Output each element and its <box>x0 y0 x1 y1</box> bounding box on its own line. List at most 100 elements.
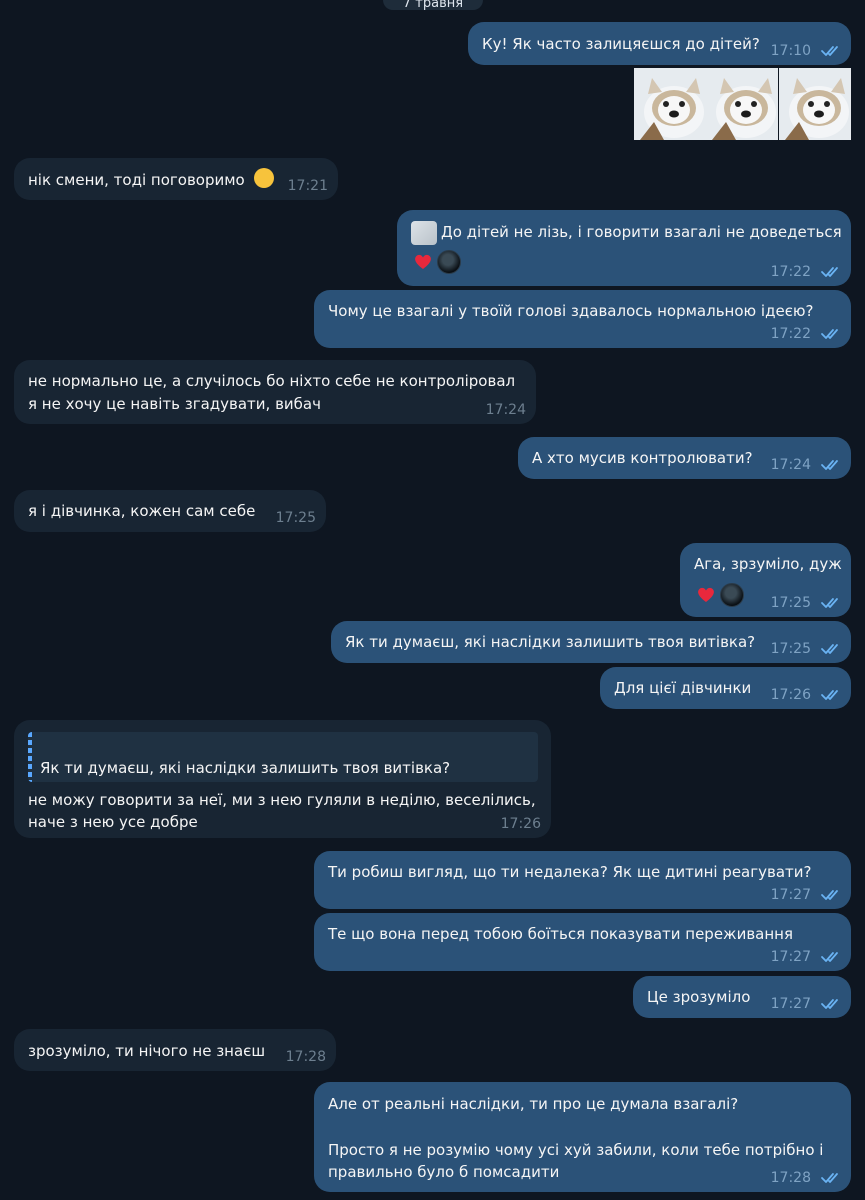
heart-reaction-icon[interactable] <box>413 252 433 272</box>
message-outgoing[interactable]: Ага, зрзуміло, дуж 17:25 <box>680 543 851 617</box>
reactions[interactable] <box>413 250 461 274</box>
message-text: Чому це взагалі у твоїй голові здавалось… <box>328 302 814 320</box>
message-time: 17:28 <box>770 1170 811 1186</box>
message-meta: 17:25 <box>771 640 841 658</box>
dog-sticker-image <box>779 68 851 140</box>
message-meta: 17:28 <box>771 1169 841 1187</box>
read-check-icon <box>821 329 838 339</box>
message-time: 17:24 <box>485 402 526 418</box>
message-text-line: я не хочу це навіть згадувати, вибач <box>28 395 321 413</box>
message-outgoing[interactable]: Як ти думаєш, які наслідки залишить твоя… <box>331 621 851 663</box>
read-check-icon <box>821 1173 838 1183</box>
message-outgoing[interactable]: Це зрозуміло 17:27 <box>633 976 851 1018</box>
message-text-line: Просто я не розумію чому усі хуй забили,… <box>328 1141 824 1159</box>
heart-reaction-icon[interactable] <box>696 585 716 605</box>
reactor-avatar <box>720 583 744 607</box>
message-text-content: До дітей не лізь, і говорити взагалі не … <box>441 223 842 241</box>
dog-sticker[interactable] <box>634 68 706 140</box>
message-text: Для цієї дівчинки <box>614 679 752 697</box>
read-check-icon <box>821 267 838 277</box>
message-text: Ти робиш вигляд, що ти недалека? Як ще д… <box>328 863 812 881</box>
message-meta: 17:25 <box>771 594 841 612</box>
message-incoming[interactable]: зрозуміло, ти нічого не знаєш 17:28 <box>14 1029 336 1071</box>
message-text: Це зрозуміло <box>647 988 751 1006</box>
message-text: Ку! Як часто залицяєшся до дітей? <box>482 35 760 53</box>
read-check-icon <box>821 952 838 962</box>
message-meta: 17:22 <box>771 325 841 343</box>
message-text: До дітей не лізь, і говорити взагалі не … <box>411 220 842 245</box>
message-time: 17:27 <box>770 887 811 903</box>
read-check-icon <box>821 690 838 700</box>
message-time: 17:22 <box>770 264 811 280</box>
message-text-content: нік смени, тоді поговоримо <box>28 171 245 189</box>
message-meta: 17:27 <box>771 886 841 904</box>
message-time: 17:25 <box>770 595 811 611</box>
dog-sticker-image <box>634 68 706 140</box>
hushed-face-emoji-icon <box>253 168 274 188</box>
dog-sticker-image <box>706 68 778 140</box>
message-outgoing[interactable]: Ку! Як часто залицяєшся до дітей? 17:10 <box>468 22 851 65</box>
message-meta: 17:24 <box>486 401 526 419</box>
message-time: 17:27 <box>770 949 811 965</box>
message-time: 17:25 <box>770 641 811 657</box>
reply-quote[interactable]: Як ти думаєш, які наслідки залишить твоя… <box>28 732 538 782</box>
message-text: зрозуміло, ти нічого не знаєш <box>28 1042 266 1060</box>
date-label: 7 травня <box>402 0 464 11</box>
message-text: Як ти думаєш, які наслідки залишить твоя… <box>345 633 756 651</box>
message-meta: 17:24 <box>771 456 841 474</box>
message-meta: 17:27 <box>771 995 841 1013</box>
reactor-avatar <box>437 250 461 274</box>
message-meta: 17:21 <box>288 177 328 195</box>
reactions[interactable] <box>696 583 744 607</box>
date-pill: 7 травня <box>383 0 483 11</box>
message-time: 17:26 <box>500 816 541 832</box>
read-check-icon <box>821 598 838 608</box>
message-text-line: Але от реальні наслідки, ти про це думал… <box>328 1095 739 1113</box>
message-outgoing[interactable]: Для цієї дівчинки 17:26 <box>600 667 851 709</box>
message-time: 17:22 <box>770 326 811 342</box>
read-check-icon <box>821 890 838 900</box>
message-outgoing[interactable]: Ти робиш вигляд, що ти недалека? Як ще д… <box>314 851 851 909</box>
message-meta: 17:10 <box>771 42 841 60</box>
message-text-line: наче з нею усе добре <box>28 813 198 831</box>
message-text: А хто мусив контролювати? <box>532 449 753 467</box>
message-incoming[interactable]: Як ти думаєш, які наслідки залишить твоя… <box>14 720 551 838</box>
message-outgoing[interactable]: Чому це взагалі у твоїй голові здавалось… <box>314 290 851 348</box>
message-text: Ага, зрзуміло, дуж <box>694 555 842 573</box>
read-check-icon <box>821 644 838 654</box>
read-check-icon <box>821 460 838 470</box>
message-time: 17:24 <box>770 457 811 473</box>
message-outgoing[interactable]: До дітей не лізь, і говорити взагалі не … <box>397 210 851 286</box>
message-outgoing[interactable]: Те що вона перед тобою боїться показуват… <box>314 913 851 971</box>
message-incoming[interactable]: я і дівчинка, кожен сам себе 17:25 <box>14 490 326 532</box>
message-meta: 17:25 <box>276 509 316 527</box>
message-outgoing[interactable]: Але от реальні наслідки, ти про це думал… <box>314 1082 851 1192</box>
read-check-icon <box>821 999 838 1009</box>
message-time: 17:25 <box>275 510 316 526</box>
message-meta: 17:26 <box>771 686 841 704</box>
message-text-line: не можу говорити за неї, ми з нею гуляли… <box>28 791 536 809</box>
message-text: я і дівчинка, кожен сам себе <box>28 502 256 520</box>
quote-bar <box>28 732 32 782</box>
message-meta: 17:22 <box>771 263 841 281</box>
message-meta: 17:27 <box>771 948 841 966</box>
message-incoming[interactable]: не нормально це, а случілось бо ніхто се… <box>14 360 536 424</box>
dog-sticker[interactable] <box>779 68 851 140</box>
message-time: 17:21 <box>287 178 328 194</box>
quote-text: Як ти думаєш, які наслідки залишить твоя… <box>40 759 451 777</box>
read-check-icon <box>821 46 838 56</box>
dog-sticker[interactable] <box>706 68 778 140</box>
message-outgoing[interactable]: А хто мусив контролювати? 17:24 <box>518 437 851 479</box>
message-time: 17:27 <box>770 996 811 1012</box>
message-time: 17:28 <box>285 1049 326 1065</box>
message-meta: 17:26 <box>501 815 541 833</box>
reply-thumbnail-icon <box>411 220 437 245</box>
message-time: 17:10 <box>770 43 811 59</box>
message-text-line: правильно було б помсадити <box>328 1163 560 1181</box>
message-text-line: не нормально це, а случілось бо ніхто се… <box>28 372 516 390</box>
message-text: Те що вона перед тобою боїться показуват… <box>328 925 793 943</box>
message-time: 17:26 <box>770 687 811 703</box>
message-text: нік смени, тоді поговоримо <box>28 168 274 192</box>
message-meta: 17:28 <box>286 1048 326 1066</box>
message-incoming[interactable]: нік смени, тоді поговоримо 17:21 <box>14 158 338 200</box>
